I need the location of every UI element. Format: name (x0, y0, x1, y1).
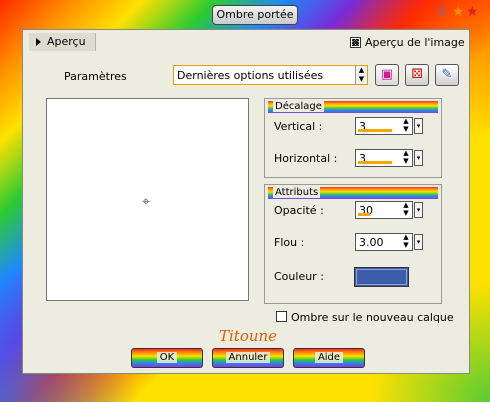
edit-icon: ✎ (441, 67, 453, 82)
vertical-underline (358, 129, 392, 132)
preview-toggle-label: Aperçu (47, 35, 86, 48)
new-layer-label: Ombre sur le nouveau calque (291, 311, 454, 324)
attributes-header-label: Attributs (273, 187, 321, 198)
horizontal-label: Horizontal : (274, 152, 338, 165)
image-preview-checkbox[interactable] (350, 37, 361, 48)
horizontal-spinner[interactable]: ▲ ▼ (401, 149, 411, 167)
color-label: Couleur : (274, 270, 324, 283)
save-preset-button[interactable]: ▣ (375, 64, 399, 86)
spin-down-icon[interactable]: ▼ (401, 241, 411, 249)
spin-up-icon[interactable]: ▲ (401, 117, 411, 125)
spin-up-icon[interactable]: ▲ (401, 149, 411, 157)
watermark-signature: Titoune (219, 327, 278, 345)
attributes-group-header: Attributs (268, 187, 438, 199)
preview-bar: Aperçu Aperçu de l'image (24, 31, 468, 53)
help-button[interactable]: Aide (293, 348, 365, 368)
cancel-label: Annuler (225, 352, 271, 363)
expand-arrow-icon (36, 38, 41, 46)
star-icon-2: ★ (466, 4, 479, 20)
vertical-label: Vertical : (274, 120, 323, 133)
blur-value: 3.00 (359, 236, 384, 249)
blur-dropdown[interactable]: ▾ (414, 234, 423, 250)
preview-toggle[interactable]: Aperçu (29, 33, 96, 51)
vertical-spinner[interactable]: ▲ ▼ (401, 117, 411, 135)
opacity-spinner[interactable]: ▲ ▼ (401, 201, 411, 219)
opacity-label: Opacité : (274, 204, 324, 217)
dialog-title: Ombre portée (212, 5, 298, 25)
image-preview-label: Aperçu de l'image (365, 36, 465, 49)
preset-dropdown[interactable]: Dernières options utilisées ▲ ▼ (173, 65, 368, 85)
ok-label: OK (156, 352, 178, 363)
horizontal-dropdown[interactable]: ▾ (414, 150, 423, 166)
blur-spinner[interactable]: ▲ ▼ (401, 233, 411, 251)
edit-preset-button[interactable]: ✎ (435, 64, 459, 86)
spin-down-icon[interactable]: ▼ (401, 209, 411, 217)
opacity-dropdown[interactable]: ▾ (414, 202, 423, 218)
vertical-dropdown[interactable]: ▾ (414, 118, 423, 134)
spin-up-icon[interactable]: ▲ (401, 233, 411, 241)
horizontal-underline (358, 161, 392, 164)
reset-preset-button[interactable]: ⚄ (405, 64, 429, 86)
crosshair-icon: ⌖ (142, 194, 150, 210)
spin-up-icon[interactable]: ▲ (401, 201, 411, 209)
offset-group-header: Décalage (268, 101, 438, 113)
spin-down-icon[interactable]: ▼ (401, 125, 411, 133)
params-label: Paramètres (64, 70, 127, 83)
cancel-button[interactable]: Annuler (212, 348, 284, 368)
new-layer-checkbox[interactable] (276, 311, 287, 322)
floppy-disk-icon: ▣ (380, 67, 394, 82)
moon-icon: ☾ (438, 4, 451, 20)
preset-value: Dernières options utilisées (177, 69, 324, 82)
preset-spin-arrows-icon[interactable]: ▲ ▼ (355, 66, 367, 84)
offset-header-label: Décalage (273, 101, 324, 112)
preview-canvas[interactable]: ⌖ (46, 98, 249, 301)
offset-group: Décalage (264, 98, 442, 178)
blur-label: Flou : (274, 236, 305, 249)
opacity-underline (358, 213, 370, 216)
shadow-color-swatch[interactable] (354, 267, 409, 287)
ok-button[interactable]: OK (131, 348, 203, 368)
dice-icon: ⚄ (411, 67, 423, 82)
spin-down-icon[interactable]: ▼ (401, 157, 411, 165)
star-icon: ★ (452, 4, 465, 20)
help-label: Aide (314, 352, 344, 363)
